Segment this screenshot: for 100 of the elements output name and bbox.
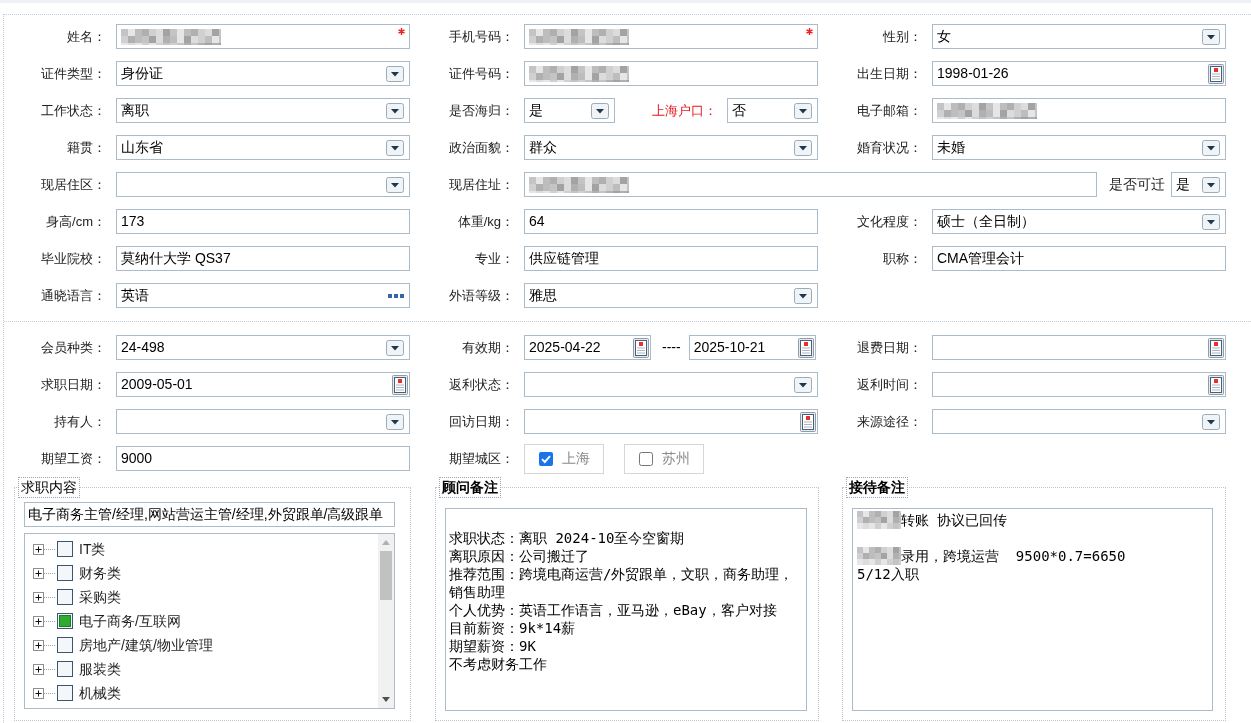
date-field[interactable]	[932, 335, 1226, 360]
text-field[interactable]: 173	[116, 209, 410, 234]
expand-plus-icon[interactable]	[33, 591, 44, 603]
field-label: 会员种类：	[41, 338, 106, 357]
field-label: 外语等级：	[449, 286, 514, 305]
calendar-icon	[1208, 63, 1224, 84]
text-field[interactable]	[932, 98, 1226, 123]
category-label[interactable]: 采购类	[79, 586, 121, 608]
expand-plus-icon[interactable]	[33, 567, 44, 579]
field-label: 工作状态：	[41, 101, 106, 120]
field-label: 有效期：	[462, 338, 514, 357]
text-field[interactable]: 供应链管理	[524, 246, 818, 271]
field-label: 证件类型：	[41, 64, 106, 83]
calendar-icon	[800, 411, 816, 432]
expand-plus-icon[interactable]	[33, 639, 44, 651]
notes-textarea[interactable]: 转账 协议已回传 录用，跨境运营 9500*0.7=6650 5/12入职	[852, 508, 1213, 711]
expand-plus-icon[interactable]	[33, 663, 44, 675]
select-field[interactable]	[116, 172, 410, 197]
scroll-down-arrow-icon[interactable]	[382, 697, 390, 702]
text-field[interactable]: CMA管理会计	[932, 246, 1226, 271]
notes-textarea[interactable]: 求职状态：离职 2024-10至今空窗期 离职原因：公司搬迁了 推荐范围：跨境电商运营/外贸跟单，文职，商务助理，销售助理 个人优势：英语工作语言，亚马逊，eBay，客户对接 目前薪资：9k*14薪 期望薪资：9K 不考虑财务工作	[445, 508, 807, 711]
field-label: 性别：	[883, 27, 922, 46]
date-range-separator: ----	[662, 338, 681, 357]
category-label[interactable]: 电子商务/互联网	[79, 610, 181, 632]
field-label: 来源途径：	[857, 412, 922, 431]
date-field[interactable]: 2009-05-01	[116, 372, 410, 397]
select-field[interactable]: 女	[932, 24, 1226, 49]
category-label[interactable]: 财务类	[79, 562, 121, 584]
select-field[interactable]: 未婚	[932, 135, 1226, 160]
field-label: 返利状态：	[449, 375, 514, 394]
field-label: 文化程度：	[857, 212, 922, 231]
select-field[interactable]: 离职	[116, 98, 410, 123]
calendar-icon	[392, 374, 408, 395]
checkbox[interactable]	[57, 685, 73, 701]
field-label: 姓名：	[67, 27, 106, 46]
text-field[interactable]	[116, 24, 410, 49]
category-label[interactable]: 房地产/建筑/物业管理	[79, 634, 213, 656]
expand-plus-icon[interactable]	[33, 687, 44, 699]
field-label: 持有人：	[54, 412, 106, 431]
field-label: 是否可迁	[1109, 175, 1165, 194]
text-field[interactable]	[524, 24, 818, 49]
field-label: 专业：	[475, 249, 514, 268]
checkbox[interactable]	[57, 589, 73, 605]
select-field[interactable]: 山东省	[116, 135, 410, 160]
checkbox[interactable]	[57, 613, 73, 629]
select-field[interactable]: 雅思	[524, 283, 818, 308]
group-legend: 接待备注	[846, 477, 908, 498]
picker-field[interactable]: 英语	[116, 283, 410, 308]
date-field[interactable]	[932, 372, 1226, 397]
calendar-icon	[1208, 337, 1224, 358]
select-field[interactable]	[116, 409, 410, 434]
group-legend: 求职内容	[18, 477, 80, 498]
field-label: 返利时间：	[857, 375, 922, 394]
select-field[interactable]: 身份证	[116, 61, 410, 86]
checkbox[interactable]	[57, 565, 73, 581]
field-label: 毕业院校：	[41, 249, 106, 268]
select-field[interactable]: 是	[524, 98, 615, 123]
select-field[interactable]: 否	[727, 98, 818, 123]
text-field[interactable]	[524, 172, 1097, 197]
text-field[interactable]: 电子商务主管/经理,网站营运主管/经理,外贸跟单/高级跟单	[24, 502, 395, 527]
field-label: 籍贯：	[67, 138, 106, 157]
field-label: 出生日期：	[857, 64, 922, 83]
checkbox[interactable]	[57, 661, 73, 677]
field-label: 电子邮箱：	[857, 101, 922, 120]
field-label: 期望工资：	[41, 449, 106, 468]
group-legend: 顾问备注	[439, 477, 501, 498]
category-label[interactable]: IT类	[79, 538, 106, 560]
text-field[interactable]: 莫纳什大学 QS37	[116, 246, 410, 271]
checkbox[interactable]	[57, 637, 73, 653]
checkbox-option[interactable]: 苏州	[624, 443, 704, 474]
checkbox-option[interactable]: 上海	[524, 443, 604, 474]
expand-plus-icon[interactable]	[33, 615, 44, 627]
text-field[interactable]: 9000	[116, 446, 410, 471]
category-label[interactable]: 机械类	[79, 682, 121, 704]
select-field[interactable]: 是	[1171, 172, 1226, 197]
more-dots-icon	[388, 293, 404, 298]
note-text: 5/12入职	[857, 565, 919, 583]
category-label[interactable]: 服装类	[79, 658, 121, 680]
select-field[interactable]: 群众	[524, 135, 818, 160]
calendar-icon	[797, 337, 814, 358]
field-label: 职称：	[883, 249, 922, 268]
date-field[interactable]: 2025-10-21	[688, 335, 816, 360]
field-label: 现居住区：	[41, 175, 106, 194]
note-text: 转账 协议已回传	[901, 511, 1008, 529]
text-field[interactable]: 64	[524, 209, 818, 234]
select-field[interactable]	[932, 409, 1226, 434]
select-field[interactable]: 硕士（全日制）	[932, 209, 1226, 234]
field-label: 退费日期：	[857, 338, 922, 357]
checkbox[interactable]	[57, 541, 73, 557]
date-field[interactable]: 1998-01-26	[932, 61, 1226, 86]
field-label: 身高/cm：	[46, 212, 106, 231]
field-label: 上海户口：	[652, 101, 717, 120]
scrollbar-thumb[interactable]	[380, 551, 392, 600]
expand-plus-icon[interactable]	[33, 543, 44, 555]
date-field[interactable]	[524, 409, 818, 434]
select-field[interactable]	[524, 372, 818, 397]
select-field[interactable]: 24-498	[116, 335, 410, 360]
date-field[interactable]: 2025-04-22	[524, 335, 651, 360]
field-label: 证件号码：	[449, 64, 514, 83]
text-field[interactable]	[524, 61, 818, 86]
